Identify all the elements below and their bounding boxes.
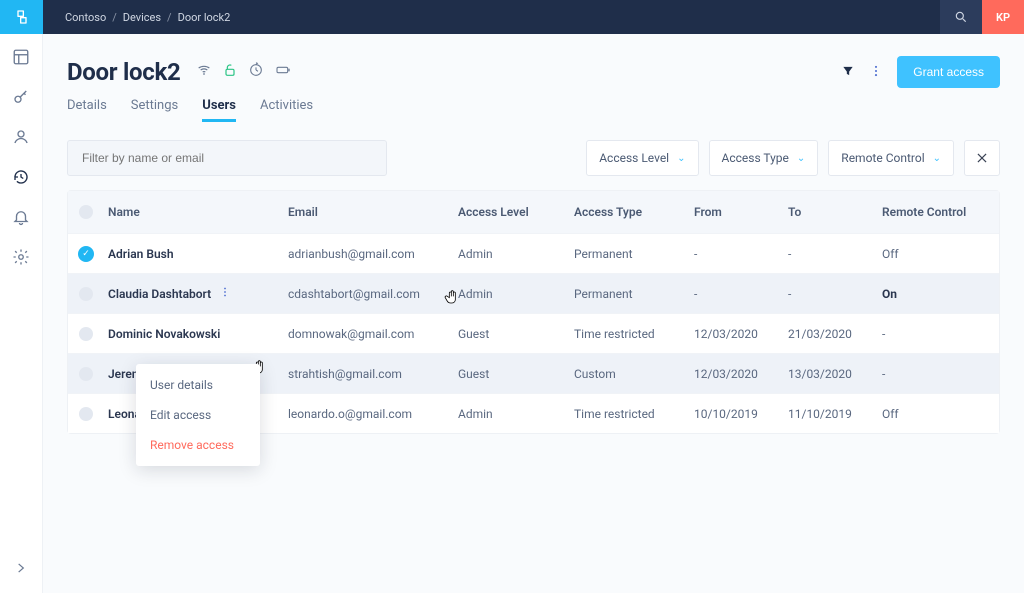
row-context-menu: User detailsEdit accessRemove access [136,364,260,466]
cell-remote-control: - [878,367,978,381]
menu-user-details[interactable]: User details [136,370,260,400]
col-access-type: Access Type [570,205,690,219]
cell-access-level: Admin [454,247,570,261]
cell-remote-control: On [878,287,978,301]
row-checkbox[interactable] [79,367,93,381]
menu-edit-access[interactable]: Edit access [136,400,260,430]
wifi-icon [196,62,212,82]
cell-to: 13/03/2020 [784,367,878,381]
table-row[interactable]: Claudia Dashtabort cdashtabort@gmail.comA… [68,273,999,313]
table-row[interactable]: Jeremi Strahtishstrahtish@gmail.comGuest… [68,353,999,393]
battery-icon [274,62,292,82]
tab-activities[interactable]: Activities [260,98,313,122]
col-name: Name [104,205,284,219]
breadcrumb-item[interactable]: Door lock2 [178,11,231,24]
cell-to: - [784,247,878,261]
clear-filters-button[interactable] [964,140,1000,176]
cell-access-type: Time restricted [570,407,690,421]
cell-remote-control: Off [878,407,978,421]
menu-remove-access[interactable]: Remove access [136,430,260,460]
users-table: Name Email Access Level Access Type From… [67,190,1000,434]
col-remote-control: Remote Control [878,205,978,219]
tabs: Details Settings Users Activities [67,98,1000,122]
breadcrumb-org[interactable]: Contoso [65,11,106,24]
sync-icon [248,62,264,82]
col-access-level: Access Level [454,205,570,219]
cell-to: 21/03/2020 [784,327,878,341]
lock-open-icon [222,62,238,82]
filter-access-type[interactable]: Access Type⌄ [709,140,819,176]
tab-users[interactable]: Users [202,98,236,122]
row-more-icon[interactable] [219,286,231,302]
cell-email: leonardo.o@gmail.com [284,407,454,421]
cell-remote-control: Off [878,247,978,261]
table-row[interactable]: Dominic Novakowski domnowak@gmail.comGues… [68,313,999,353]
cell-remote-control: - [878,327,978,341]
cell-access-level: Admin [454,407,570,421]
breadcrumb: Contoso / Devices / Door lock2 [43,0,230,34]
cell-access-type: Time restricted [570,327,690,341]
cell-email: domnowak@gmail.com [284,327,454,341]
page-title: Door lock2 [67,58,180,86]
cell-from: - [690,247,784,261]
cell-email: cdashtabort@gmail.com [284,287,454,301]
row-checkbox[interactable] [79,327,93,341]
nav-access-icon[interactable] [12,88,30,106]
nav-settings-icon[interactable] [12,248,30,266]
cell-email: adrianbush@gmail.com [284,247,454,261]
nav-dashboard-icon[interactable] [12,48,30,66]
main-content: Door lock2 Grant access Details Settings… [43,34,1024,593]
tab-settings[interactable]: Settings [131,98,178,122]
cell-from: 12/03/2020 [690,327,784,341]
avatar[interactable]: KP [982,0,1024,34]
row-checkbox[interactable]: ✓ [78,246,94,262]
cell-name: Claudia Dashtabort [108,287,211,301]
cell-name: Dominic Novakowski [108,327,220,341]
filter-remote-control[interactable]: Remote Control⌄ [828,140,954,176]
search-button[interactable] [940,0,982,34]
brand-logo[interactable] [0,0,43,34]
left-rail [0,34,43,593]
row-checkbox[interactable] [79,407,93,421]
filter-access-level[interactable]: Access Level⌄ [586,140,698,176]
col-email: Email [284,205,454,219]
cell-access-type: Permanent [570,247,690,261]
select-all-checkbox[interactable] [79,205,93,219]
topbar: Contoso / Devices / Door lock2 KP [0,0,1024,34]
cell-access-level: Admin [454,287,570,301]
nav-history-icon[interactable] [12,168,30,186]
more-icon[interactable] [869,63,883,82]
table-row[interactable]: ✓ Adrian Bush adrianbush@gmail.comAdminPer… [68,233,999,273]
expand-rail-icon[interactable] [12,559,30,577]
nav-notifications-icon[interactable] [12,208,30,226]
filter-input[interactable] [67,140,387,176]
grant-access-button[interactable]: Grant access [897,56,1000,88]
cursor-icon [444,288,460,306]
cell-from: 12/03/2020 [690,367,784,381]
cell-from: - [690,287,784,301]
col-to: To [784,205,878,219]
cell-access-type: Custom [570,367,690,381]
col-from: From [690,205,784,219]
breadcrumb-section[interactable]: Devices [123,11,161,24]
cell-from: 10/10/2019 [690,407,784,421]
tab-details[interactable]: Details [67,98,107,122]
cell-email: strahtish@gmail.com [284,367,454,381]
cell-name: Adrian Bush [108,247,174,261]
nav-users-icon[interactable] [12,128,30,146]
cell-to: - [784,287,878,301]
row-checkbox[interactable] [79,287,93,301]
cell-access-type: Permanent [570,287,690,301]
filter-icon[interactable] [841,63,855,82]
cell-access-level: Guest [454,327,570,341]
cell-to: 11/10/2019 [784,407,878,421]
cell-access-level: Guest [454,367,570,381]
